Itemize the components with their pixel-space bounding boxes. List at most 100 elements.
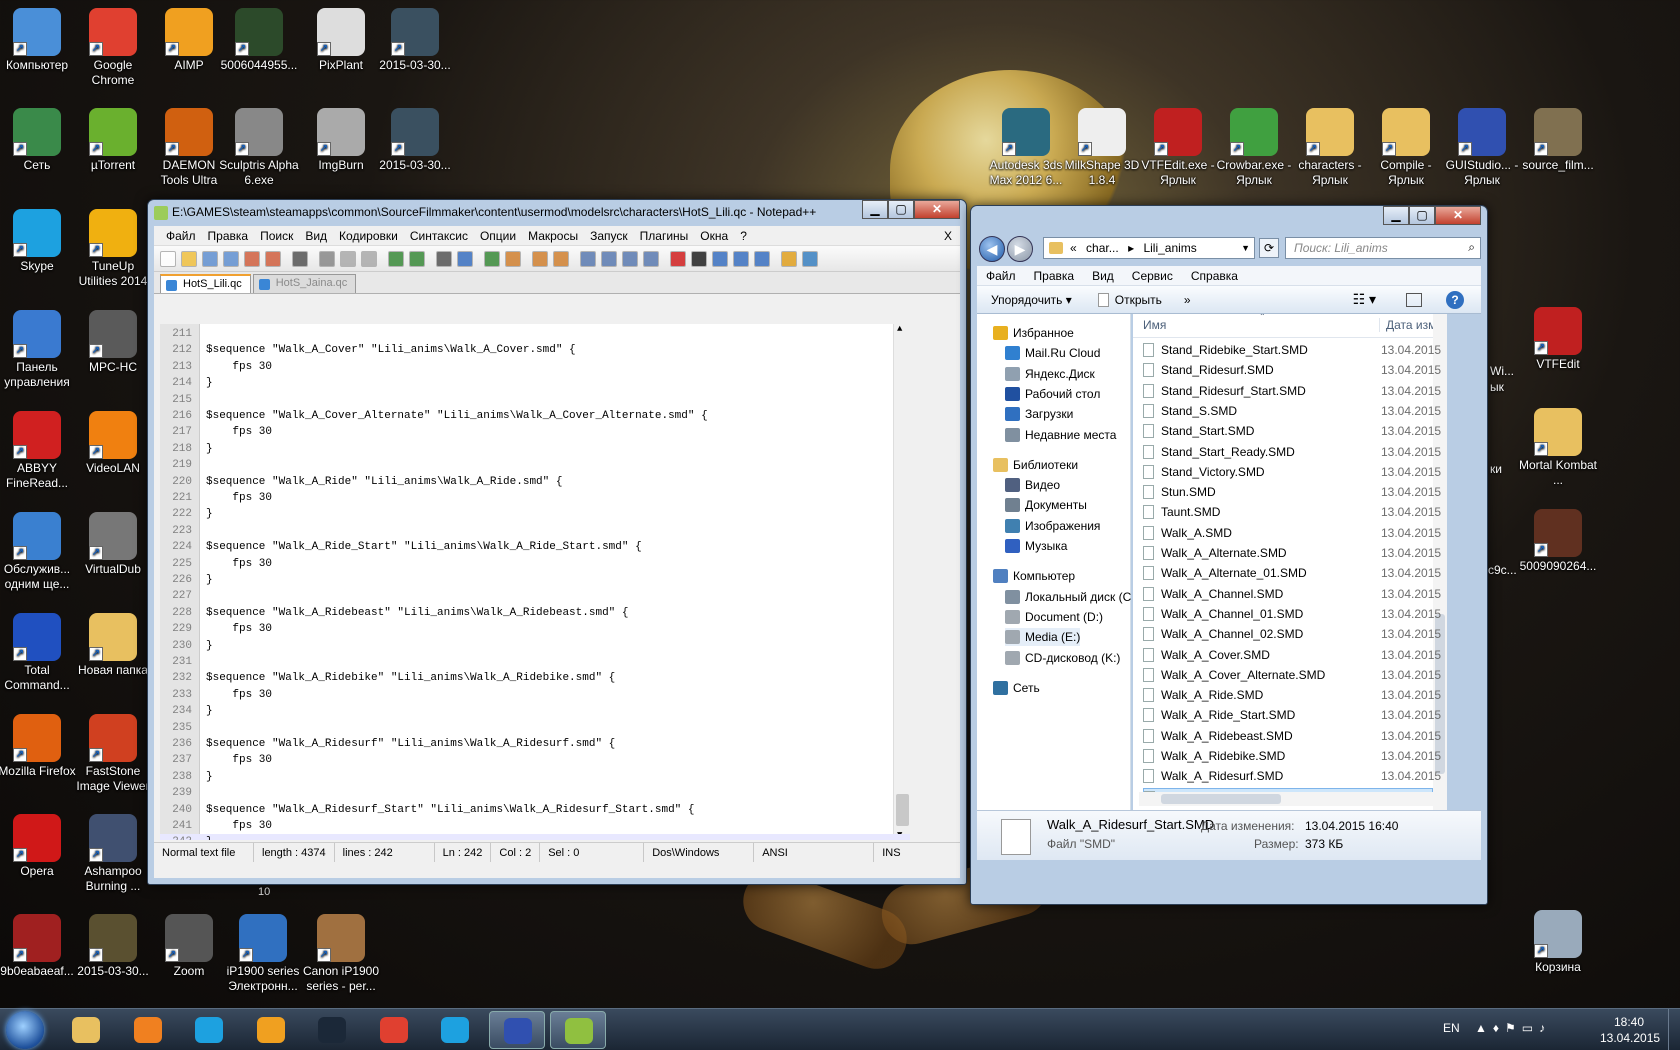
- desktop-icon[interactable]: ↗ TuneUp Utilities 2014: [73, 205, 153, 289]
- desktop-icon[interactable]: ↗ Mortal Kombat ...: [1518, 404, 1598, 488]
- desktop-icon[interactable]: ↗ 2015-03-30...: [375, 4, 455, 73]
- file-row[interactable]: Walk_A_Channel.SMD 13.04.2015: [1143, 585, 1441, 603]
- desktop-icon[interactable]: ↗ 2015-03-30...: [375, 104, 455, 173]
- file-row[interactable]: Stand_Victory.SMD 13.04.2015: [1143, 463, 1441, 481]
- file-row[interactable]: Walk_A_Alternate_01.SMD 13.04.2015: [1143, 564, 1441, 582]
- spellcheck-icon[interactable]: [802, 250, 818, 267]
- code-editor[interactable]: ▲ ▼ 211212$sequence "Walk_A_Cover" "Lili…: [160, 324, 910, 840]
- explorer-titlebar[interactable]: ▁ ▢ ✕: [971, 206, 1487, 232]
- address-bar[interactable]: « char... ▸ Lili_anims ▼: [1043, 237, 1255, 259]
- close-all-icon[interactable]: [265, 250, 281, 267]
- taskbar-button[interactable]: [304, 1011, 360, 1049]
- file-row[interactable]: Stand_Ridesurf_Start.SMD 13.04.2015: [1143, 382, 1441, 400]
- search-input[interactable]: Поиск: Lili_anims: [1285, 237, 1481, 259]
- desktop-icon[interactable]: ↗ FastStone Image Viewer: [73, 710, 153, 794]
- desktop-icon[interactable]: ↗ Ashampoo Burning ...: [73, 810, 153, 894]
- nav-item[interactable]: Библиотеки: [993, 456, 1078, 474]
- file-row[interactable]: Stun.SMD 13.04.2015: [1143, 483, 1441, 501]
- explorer-window[interactable]: ▁ ▢ ✕ ◀ ▶ « char... ▸ Lili_anims ▼ ⟳ Пои…: [970, 205, 1488, 905]
- desktop-icon[interactable]: ↗ AIMP: [149, 4, 229, 73]
- file-row[interactable]: Walk_A_Channel_02.SMD 13.04.2015: [1143, 625, 1441, 643]
- breadcrumb-separator-icon[interactable]: ▸: [1128, 241, 1134, 255]
- desktop-icon[interactable]: ↗ VTFEdit.exe - Ярлык: [1138, 104, 1218, 188]
- menu-item[interactable]: Синтаксис: [404, 229, 474, 243]
- menu-item[interactable]: Сервис: [1123, 269, 1182, 283]
- desktop-icon[interactable]: ↗ Google Chrome: [73, 4, 153, 88]
- desktop-icon[interactable]: ↗ Opera: [0, 810, 77, 879]
- taskbar-button[interactable]: [488, 1011, 545, 1049]
- file-row[interactable]: Walk_A_Alternate.SMD 13.04.2015: [1143, 544, 1441, 562]
- help-icon[interactable]: ?: [1446, 290, 1465, 309]
- clock-date[interactable]: 13.04.2015: [1600, 1031, 1660, 1045]
- desktop-icon[interactable]: ↗ Total Command...: [0, 609, 77, 693]
- minimize-button[interactable]: ▁: [1383, 206, 1409, 225]
- menu-item[interactable]: Окна: [694, 229, 734, 243]
- word-wrap-icon[interactable]: [580, 250, 596, 267]
- desktop-icon[interactable]: ↗ Canon iP1900 series - per...: [301, 910, 381, 994]
- forward-button[interactable]: ▶: [1007, 236, 1033, 262]
- zoom-out-icon[interactable]: [505, 250, 521, 267]
- nav-item[interactable]: Изображения: [1005, 517, 1100, 535]
- menu-item[interactable]: Файл: [160, 229, 202, 243]
- breadcrumb-parent[interactable]: char...: [1086, 241, 1119, 255]
- desktop-icon[interactable]: ↗ PixPlant: [301, 4, 381, 73]
- file-row[interactable]: Walk_A_Cover.SMD 13.04.2015: [1143, 646, 1441, 664]
- desktop-icon[interactable]: ↗ Корзина: [1518, 906, 1598, 975]
- close-icon[interactable]: [244, 250, 260, 267]
- nav-item[interactable]: Музыка: [1005, 537, 1067, 555]
- preview-pane-icon[interactable]: [1406, 292, 1423, 307]
- redo-icon[interactable]: [409, 250, 425, 267]
- desktop-icon[interactable]: ↗ Компьютер: [0, 4, 77, 73]
- desktop-icon[interactable]: ↗ 9b0eabaeaf...: [0, 910, 77, 979]
- desktop-icon[interactable]: ↗ Compile - Ярлык: [1366, 104, 1446, 188]
- file-row[interactable]: Walk_A_Ridebeast.SMD 13.04.2015: [1143, 727, 1441, 745]
- open-button[interactable]: Открыть: [1109, 293, 1172, 307]
- nav-item[interactable]: Загрузки: [1005, 405, 1073, 423]
- desktop-icon[interactable]: ↗ Zoom: [149, 910, 229, 979]
- tray-icons[interactable]: ▲♦⚑▭♪: [1475, 1021, 1551, 1035]
- desktop-icon[interactable]: ↗ Новая папка: [73, 609, 153, 678]
- menu-item[interactable]: Справка: [1182, 269, 1247, 283]
- menu-item[interactable]: Правка: [1025, 269, 1084, 283]
- nav-item[interactable]: Видео: [1005, 476, 1060, 494]
- save-all-icon[interactable]: [223, 250, 239, 267]
- record-macro-icon[interactable]: [670, 250, 686, 267]
- organize-button[interactable]: Упорядочить ▾: [977, 293, 1086, 307]
- stop-macro-icon[interactable]: [691, 250, 707, 267]
- menu-close-button[interactable]: X: [944, 229, 952, 243]
- editor-tab[interactable]: HotS_Jaina.qc: [252, 274, 357, 293]
- notepadpp-titlebar[interactable]: E:\GAMES\steam\steamapps\common\SourceFi…: [148, 200, 966, 226]
- nav-item[interactable]: Media (E:): [1005, 628, 1081, 647]
- file-row[interactable]: Stand_Start_Ready.SMD 13.04.2015: [1143, 443, 1441, 461]
- close-button[interactable]: ✕: [914, 200, 960, 219]
- copy-icon[interactable]: [340, 250, 356, 267]
- menu-item[interactable]: Файл: [977, 269, 1025, 283]
- file-row[interactable]: Walk_A_Ride.SMD 13.04.2015: [1143, 686, 1441, 704]
- clock-time[interactable]: 18:40: [1614, 1015, 1644, 1029]
- file-row[interactable]: Walk_A_Cover_Alternate.SMD 13.04.2015: [1143, 666, 1441, 684]
- doc-map-icon[interactable]: [643, 250, 659, 267]
- nav-item[interactable]: Локальный диск (C: [1005, 588, 1131, 606]
- desktop-icon[interactable]: ↗ Сеть: [0, 104, 77, 173]
- nav-item[interactable]: Недавние места: [1005, 426, 1116, 444]
- print-icon[interactable]: [292, 250, 308, 267]
- address-dropdown-icon[interactable]: ▼: [1241, 238, 1250, 258]
- file-row[interactable]: Stand_Start.SMD 13.04.2015: [1143, 422, 1441, 440]
- file-row[interactable]: Stand_Ridebike_Start.SMD 13.04.2015: [1143, 341, 1441, 359]
- file-row[interactable]: Walk_A_Ridesurf.SMD 13.04.2015: [1143, 767, 1441, 785]
- taskbar-button[interactable]: [58, 1011, 114, 1049]
- breadcrumb-current[interactable]: Lili_anims: [1143, 241, 1196, 255]
- desktop-icon[interactable]: ↗ Обслужив... одним ще...: [0, 508, 77, 592]
- file-row[interactable]: Stand_S.SMD 13.04.2015: [1143, 402, 1441, 420]
- cut-icon[interactable]: [319, 250, 335, 267]
- desktop-icon[interactable]: ↗ VirtualDub: [73, 508, 153, 577]
- start-button[interactable]: [6, 1011, 44, 1049]
- desktop-icon[interactable]: ↗ MPC-HC: [73, 306, 153, 375]
- file-row[interactable]: Stand_Ridesurf.SMD 13.04.2015: [1143, 361, 1441, 379]
- menu-item[interactable]: Плагины: [634, 229, 695, 243]
- notepadpp-window[interactable]: E:\GAMES\steam\steamapps\common\SourceFi…: [147, 199, 967, 885]
- refresh-button[interactable]: ⟳: [1259, 238, 1279, 258]
- all-chars-icon[interactable]: [601, 250, 617, 267]
- desktop-icon[interactable]: ↗ DAEMON Tools Ultra: [149, 104, 229, 188]
- nav-item[interactable]: CD-дисковод (K:): [1005, 649, 1120, 667]
